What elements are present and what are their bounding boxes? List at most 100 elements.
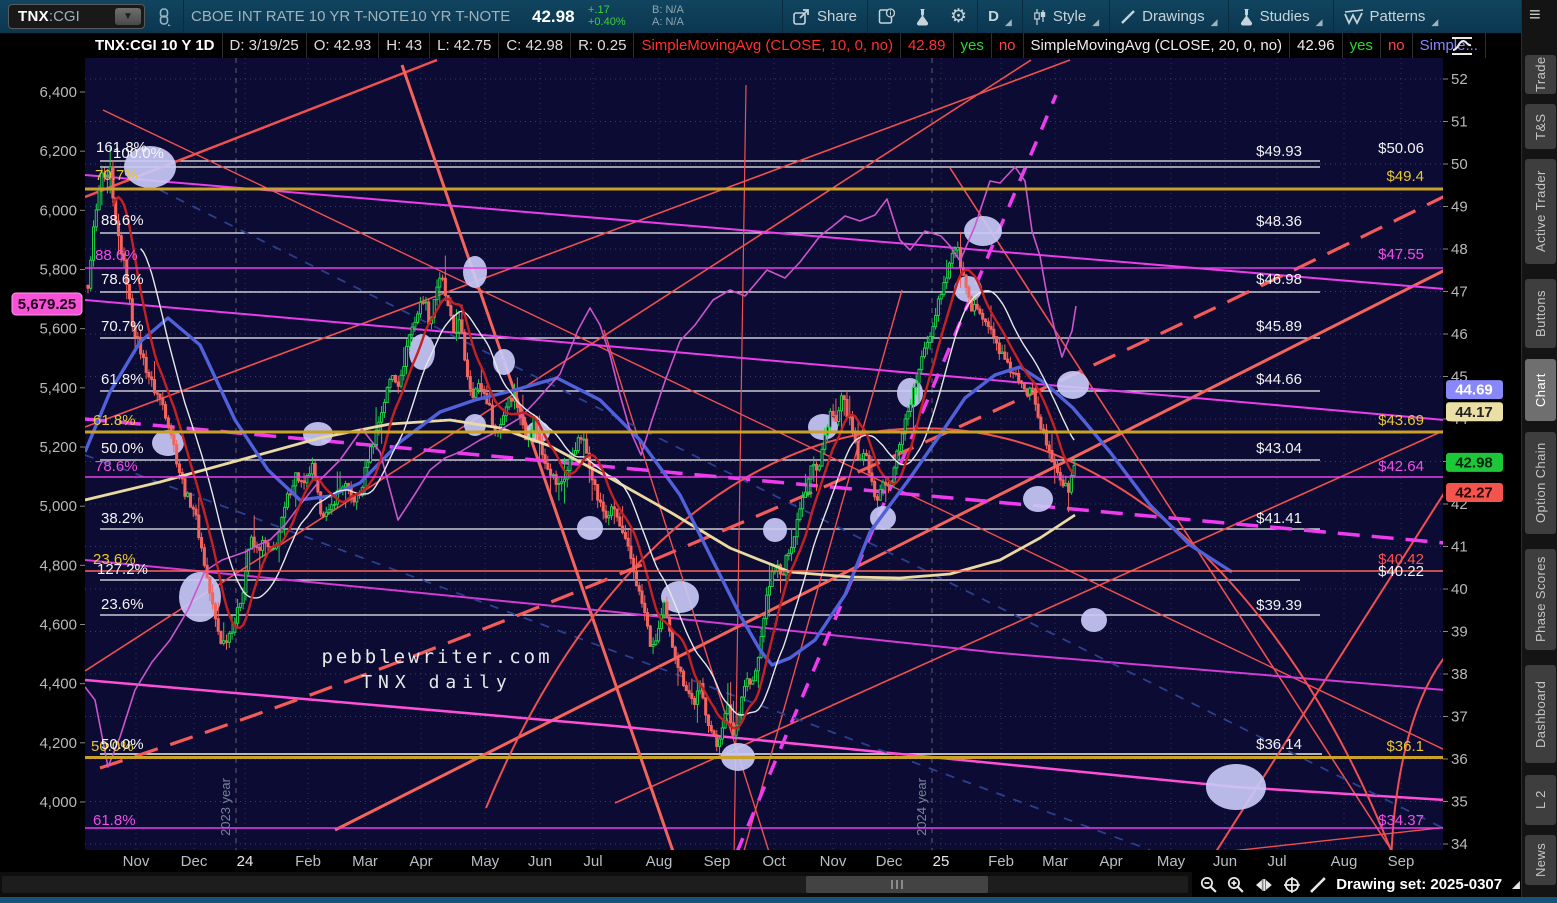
price-level-label: $43.69 (1378, 412, 1424, 429)
legend-cell-12[interactable]: 42.96 (1290, 33, 1343, 58)
sidebar-tab-option-chain[interactable]: Option Chain (1525, 432, 1556, 534)
price-chart[interactable]: 2023 year 2024 year pebblewriter.com TNX da… (0, 58, 1521, 872)
watermark-line1: pebblewriter.com (321, 646, 552, 668)
month-label: Feb (988, 853, 1014, 870)
fib-percent-label: 23.6% (101, 596, 144, 613)
month-label: Jul (1267, 853, 1286, 870)
sidebar-tab-phase-scores[interactable]: Phase Scores (1525, 549, 1556, 650)
patterns-button[interactable]: Patterns ◢ (1334, 0, 1449, 33)
gear-icon: ⚙ (950, 6, 968, 27)
svg-text:4,200: 4,200 (39, 735, 77, 752)
crosshair-button[interactable] (1283, 876, 1301, 894)
svg-text:5,000: 5,000 (39, 498, 77, 515)
sidebar-tab-chart[interactable]: Chart (1525, 359, 1556, 421)
pan-horizontal-button[interactable] (1254, 878, 1274, 892)
sidebar-tab-dashboard[interactable]: Dashboard (1525, 665, 1556, 763)
chevron-down-icon: ◢ (1210, 17, 1218, 27)
svg-text:4,600: 4,600 (39, 616, 77, 633)
symbol-link-button[interactable] (152, 6, 176, 28)
svg-text:52: 52 (1451, 71, 1468, 88)
top-toolbar: TNX:CGI ▼ CBOE INT RATE 10 YR T-NOTE 10 … (0, 0, 1521, 33)
sidebar-tab-active-trader[interactable]: Active Trader (1525, 159, 1556, 264)
chevron-down-icon: ◢ (1004, 17, 1012, 27)
draw-button[interactable] (1309, 876, 1327, 894)
zoom-out-button[interactable] (1200, 876, 1218, 894)
svg-text:4,000: 4,000 (39, 794, 77, 811)
sidebar-tab-buttons[interactable]: Buttons (1525, 279, 1556, 348)
svg-text:35: 35 (1451, 794, 1468, 811)
pencil-icon (1121, 9, 1135, 24)
expand-corner-icon[interactable] (1511, 880, 1521, 890)
scrollbar-track[interactable] (2, 876, 1188, 893)
legend-cell-11[interactable]: SimpleMovingAvg (CLOSE, 20, 0, no) (1024, 33, 1291, 58)
legend-cell-8[interactable]: 42.89 (901, 33, 954, 58)
fib-percent-label: 61.8% (93, 412, 136, 429)
chart-style-button[interactable]: Style ◢ (1023, 0, 1109, 33)
chevron-down-icon: ◢ (1315, 17, 1323, 27)
flask-icon (916, 8, 929, 25)
legend-cell-1[interactable]: D: 3/19/25 (223, 33, 307, 58)
svg-text:6,400: 6,400 (39, 84, 77, 101)
legend-cell-0[interactable]: TNX:CGI 10 Y 1D (88, 33, 223, 58)
legend-cell-6[interactable]: R: 0.25 (571, 33, 635, 58)
symbol-suffix: :CGI (48, 8, 80, 25)
chevron-down-icon: ◢ (1092, 17, 1100, 27)
svg-text:40: 40 (1451, 581, 1468, 598)
legend-cell-7[interactable]: SimpleMovingAvg (CLOSE, 10, 0, no) (634, 33, 901, 58)
svg-text:37: 37 (1451, 709, 1468, 726)
sidebar-tab-trade[interactable]: Trade (1525, 55, 1556, 94)
month-label: Sep (704, 853, 731, 870)
bid-ask: B: N/A A: N/A (652, 4, 684, 28)
right-sidebar: ≡ Trade T&S Active Trader Buttons Chart Optio… (1521, 0, 1557, 903)
sidebar-tab-news[interactable]: News (1525, 835, 1556, 885)
fib-percent-label: 38.2% (101, 510, 144, 527)
month-label: May (1157, 853, 1186, 870)
share-button[interactable]: Share (783, 0, 867, 33)
fib-percent-label: 78.6% (101, 271, 144, 288)
legend-cell-2[interactable]: O: 42.93 (307, 33, 380, 58)
svg-text:5,800: 5,800 (39, 261, 77, 278)
svg-text:38: 38 (1451, 666, 1468, 683)
timeframe-button[interactable]: D ◢ (978, 0, 1022, 33)
drawings-button[interactable]: Drawings ◢ (1110, 0, 1227, 33)
menu-icon[interactable]: ≡ (1529, 4, 1541, 27)
svg-text:2023 year: 2023 year (218, 777, 233, 835)
svg-text:5,600: 5,600 (39, 321, 77, 338)
month-label: Jun (1213, 853, 1237, 870)
legend-cell-9[interactable]: yes (954, 33, 992, 58)
svg-text:5,679.25: 5,679.25 (18, 296, 76, 313)
sidebar-tab-l-2[interactable]: L 2 (1525, 775, 1556, 825)
price-level-label: $46.98 (1256, 271, 1302, 288)
legend-cell-14[interactable]: no (1381, 33, 1413, 58)
month-label: Jul (583, 853, 602, 870)
symbol-dropdown-button[interactable]: ▼ (115, 8, 141, 25)
scrollbar-thumb[interactable] (806, 876, 988, 893)
scrollbar-grip (891, 880, 893, 889)
settings-button[interactable]: ⚙ (940, 0, 977, 33)
svg-text:46: 46 (1451, 326, 1468, 343)
candlestick-icon (1034, 8, 1046, 25)
month-label: Nov (820, 853, 847, 870)
fib-percent-label: 88.6% (95, 247, 138, 264)
svg-text:4,800: 4,800 (39, 557, 77, 574)
legend-cell-10[interactable]: no (992, 33, 1024, 58)
fib-percent-label: 61.8% (93, 812, 136, 829)
legend-cell-13[interactable]: yes (1343, 33, 1381, 58)
chain-link-icon (159, 8, 171, 26)
legend-cell-4[interactable]: L: 42.75 (430, 33, 500, 58)
legend-cell-5[interactable]: C: 42.98 (499, 33, 572, 58)
scrollbar-grip (901, 880, 903, 889)
fib-percent-label: 70.7% (95, 167, 138, 184)
legend-cell-3[interactable]: H: 43 (379, 33, 431, 58)
symbol-text: TNX (18, 8, 49, 25)
zoom-in-button[interactable] (1227, 876, 1245, 894)
analysis-tools-button[interactable] (905, 0, 940, 33)
symbol-input[interactable]: TNX:CGI ▼ (8, 4, 145, 29)
drawing-set-label[interactable]: Drawing set: 2025-0307 (1336, 876, 1502, 893)
sidebar-tab-t-s[interactable]: T&S (1525, 104, 1556, 149)
quick-quote-button[interactable]: i (868, 0, 905, 33)
month-label: Jun (528, 853, 552, 870)
svg-text:51: 51 (1451, 114, 1468, 131)
fib-percent-label: 100.0% (113, 145, 164, 162)
studies-button[interactable]: Studies ◢ (1229, 0, 1333, 33)
